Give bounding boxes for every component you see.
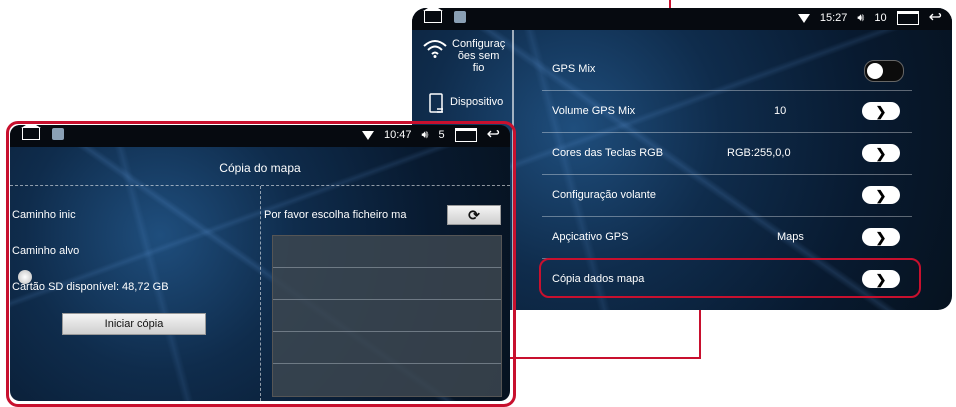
list-item[interactable]: [273, 364, 501, 395]
volume-level: 5: [438, 129, 445, 141]
setting-value: Maps: [777, 231, 804, 243]
recent-apps-icon[interactable]: [896, 11, 919, 25]
highlight-map-copy-row: [539, 258, 921, 298]
chevron-right-icon[interactable]: ❯: [862, 228, 900, 246]
sidebar-item-wireless-label-2: ões sem: [457, 50, 500, 62]
wifi-status-icon: [362, 130, 374, 140]
sidebar-item-device-label: Dispositivo: [450, 96, 504, 108]
back-icon[interactable]: ↩: [487, 127, 500, 143]
home-icon[interactable]: [423, 8, 443, 23]
gallery-icon[interactable]: [454, 11, 466, 23]
sidebar-item-wireless-label-3: fio: [472, 62, 485, 74]
chevron-right-icon[interactable]: ❯: [862, 102, 900, 120]
sd-card-available-label: Cartão SD disponível: 48,72 GB: [12, 281, 169, 293]
list-item[interactable]: [273, 300, 501, 332]
clock: 10:47: [384, 129, 412, 141]
floating-assist-button[interactable]: [18, 270, 32, 284]
volume-level: 10: [874, 12, 887, 24]
start-copy-button[interactable]: Iniciar cópia: [62, 313, 206, 335]
gps-mix-toggle[interactable]: [864, 60, 904, 82]
setting-row-steering-wheel[interactable]: Configuração volante ❯: [542, 176, 912, 217]
gallery-icon[interactable]: [52, 128, 64, 140]
setting-row-gps-app[interactable]: Apçicativo GPS Maps ❯: [542, 218, 912, 259]
divider-vertical: [260, 186, 261, 401]
list-item[interactable]: [273, 268, 501, 300]
setting-label: GPS Mix: [552, 63, 596, 75]
setting-label: Volume GPS Mix: [552, 105, 636, 117]
sidebar-item-device[interactable]: Dispositivo: [428, 92, 503, 114]
source-path-label: Caminho inic: [12, 209, 76, 221]
sidebar-item-wireless-label-1: Configuraç: [452, 38, 506, 50]
wifi-status-icon: [797, 13, 810, 23]
target-path-label: Caminho alvo: [12, 245, 80, 257]
setting-value: RGB:255,0,0: [727, 147, 791, 159]
device-icon: [429, 93, 443, 113]
setting-label: Cores das Teclas RGB: [552, 147, 664, 159]
clock: 15:27: [819, 12, 848, 24]
list-item[interactable]: [273, 332, 501, 364]
list-item[interactable]: [273, 236, 501, 268]
status-bar: 10:47 🔊︎ 5 ↩: [10, 125, 510, 147]
map-copy-screen: 10:47 🔊︎ 5 ↩ Cópia do mapa Caminho inic …: [10, 125, 510, 401]
refresh-button[interactable]: ⟳: [447, 205, 501, 225]
setting-row-rgb-colors[interactable]: Cores das Teclas RGB RGB:255,0,0 ❯: [542, 134, 912, 175]
wifi-icon: [423, 40, 447, 58]
refresh-icon: ⟳: [468, 206, 480, 223]
choose-file-label: Por favor escolha ficheiro ma: [264, 209, 407, 221]
setting-value: 10: [774, 105, 787, 117]
chevron-right-icon[interactable]: ❯: [862, 144, 900, 162]
setting-label: Apçicativo GPS: [552, 231, 629, 243]
recent-apps-icon[interactable]: [454, 128, 477, 142]
file-list[interactable]: [272, 235, 502, 397]
chevron-right-icon[interactable]: ❯: [862, 186, 900, 204]
home-icon[interactable]: [21, 125, 41, 140]
sidebar-item-wireless[interactable]: Configuraç ões sem fio: [422, 38, 505, 74]
page-title: Cópia do mapa: [219, 161, 301, 175]
setting-row-gps-mix[interactable]: GPS Mix: [542, 50, 912, 91]
setting-row-volume-gps-mix[interactable]: Volume GPS Mix 10 ❯: [542, 92, 912, 133]
volume-icon: 🔊︎: [421, 128, 429, 141]
setting-label: Configuração volante: [552, 189, 656, 201]
volume-icon: 🔊︎: [857, 11, 865, 24]
back-icon[interactable]: ↩: [929, 10, 942, 26]
status-bar: 15:27 🔊︎ 10 ↩: [412, 8, 952, 30]
annotation-line-bottom-horizontal: [508, 357, 701, 359]
